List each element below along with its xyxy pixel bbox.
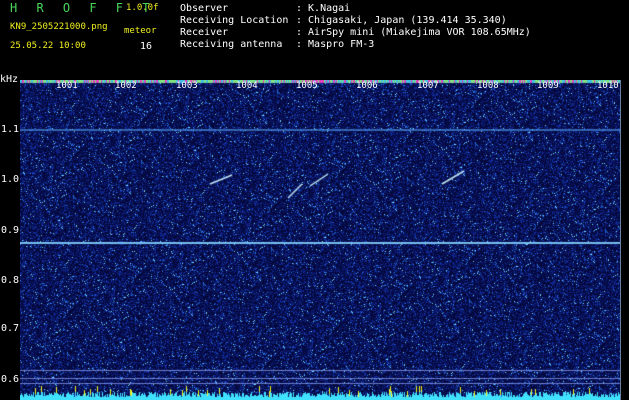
spectrogram-right-border	[620, 80, 621, 400]
antenna-key: Receiving antenna	[180, 39, 283, 50]
x-tick-label: 1006	[356, 81, 378, 91]
location-key: Receiving Location	[180, 15, 289, 26]
y-tick-label: 1.1	[1, 124, 20, 135]
x-tick-label: 1005	[296, 81, 318, 91]
receiver-key: Receiver	[180, 27, 229, 38]
y-tick-label: 0.8	[1, 275, 20, 286]
meteor-count-label: meteor	[124, 26, 157, 36]
capture-datetime: 25.05.22 10:00	[10, 41, 86, 51]
x-tick-label: 1007	[417, 81, 439, 91]
y-tick-label: 0.9	[1, 225, 20, 236]
spectrogram-canvas	[20, 80, 620, 400]
file-name: KN9_2505221000.png	[10, 22, 108, 32]
antenna-value: : Maspro FM-3	[296, 39, 375, 50]
x-tick-label: 1010	[597, 81, 619, 91]
observer-value: : K.Nagai	[296, 3, 351, 14]
meteor-count: 16	[140, 41, 153, 52]
y-tick-label: 0.7	[1, 323, 20, 334]
x-tick-label: 1003	[176, 81, 198, 91]
x-tick-label: 1001	[56, 81, 78, 91]
y-tick-label: 1.0	[1, 174, 20, 185]
observer-key: Observer	[180, 3, 229, 14]
x-tick-label: 1004	[236, 81, 258, 91]
receiver-value: : AirSpy mini (Miakejima VOR 108.65MHz)	[296, 27, 531, 38]
x-tick-label: 1002	[115, 81, 137, 91]
version-label: 1.0.0f	[126, 3, 159, 13]
x-tick-label: 1009	[537, 81, 559, 91]
y-tick-label: 0.6	[1, 374, 20, 385]
x-tick-label: 1008	[477, 81, 499, 91]
location-value: : Chigasaki, Japan (139.414 35.340)	[296, 15, 507, 26]
axis-unit-label: kHz	[0, 74, 19, 85]
